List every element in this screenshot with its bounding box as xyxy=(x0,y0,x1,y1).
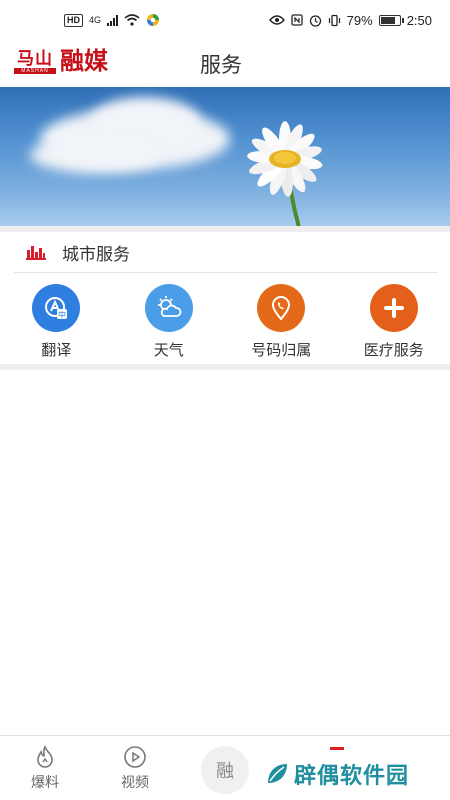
service-label: 翻译 xyxy=(41,342,72,359)
logo-left: 马山 MASHAN xyxy=(14,50,56,74)
daisy-flower-image xyxy=(247,121,323,227)
city-services-header: 城市服务 xyxy=(14,232,438,273)
watermark-text: 辟偶软件园 xyxy=(294,763,410,788)
eye-icon xyxy=(268,15,285,25)
network-type: 4G xyxy=(89,15,102,25)
watermark: 辟偶软件园 xyxy=(264,758,409,790)
service-label: 医疗服务 xyxy=(363,342,424,359)
nfc-icon xyxy=(291,14,303,26)
logo-top-text: 马山 xyxy=(17,49,53,69)
section-title: 城市服务 xyxy=(62,244,130,264)
medical-plus-icon xyxy=(369,284,418,332)
status-right: 79% 2:50 xyxy=(268,12,432,28)
status-bar: HD 4G 79% 2:50 xyxy=(0,0,450,40)
alarm-icon xyxy=(309,14,321,27)
app-logo: 马山 MASHAN 融媒 xyxy=(14,48,108,74)
signal-icon xyxy=(107,14,119,26)
service-translate[interactable]: 中 翻译 xyxy=(0,284,113,364)
battery-percent: 79% xyxy=(346,12,373,28)
cloud-shape xyxy=(30,137,160,173)
banner-image[interactable] xyxy=(0,87,450,227)
section-divider xyxy=(0,364,450,370)
nav-item-baoliao[interactable]: 爆料 xyxy=(0,736,90,800)
page-title: 服务 xyxy=(200,54,242,77)
battery-icon xyxy=(378,14,404,26)
status-time: 2:50 xyxy=(406,12,432,28)
nav-item-video[interactable]: 视频 xyxy=(90,736,180,800)
nav-label: 爆料 xyxy=(31,773,59,790)
vibrate-icon xyxy=(328,14,340,26)
nav-red-marker xyxy=(330,746,344,750)
service-weather[interactable]: 天气 xyxy=(113,284,226,364)
service-phone-location[interactable]: 号码归属 xyxy=(225,284,338,364)
svg-text:中: 中 xyxy=(58,310,66,320)
hd-indicator: HD xyxy=(64,13,83,27)
service-label: 天气 xyxy=(153,342,184,359)
fire-icon xyxy=(37,744,53,768)
app-notification-icon xyxy=(147,14,160,26)
service-medical[interactable]: 医疗服务 xyxy=(338,284,450,364)
play-icon xyxy=(124,745,146,768)
city-skyline-icon xyxy=(26,246,46,260)
logo-main-text: 融媒 xyxy=(60,46,108,75)
status-left: HD 4G xyxy=(64,13,160,27)
wifi-icon xyxy=(124,14,140,26)
service-label: 号码归属 xyxy=(251,342,312,359)
weather-icon xyxy=(144,284,193,332)
app-header: 马山 MASHAN 融媒 服务 xyxy=(0,40,450,86)
nav-item-rong[interactable]: 融 xyxy=(180,736,270,800)
rong-center-icon: 融 xyxy=(201,746,249,794)
nav-label: 视频 xyxy=(121,773,149,790)
city-services-grid: 中 翻译 天气 号码归属 医疗服务 xyxy=(0,284,450,364)
translate-icon: 中 xyxy=(32,284,81,332)
phone-location-icon xyxy=(257,284,306,332)
logo-sub-text: MASHAN xyxy=(14,68,56,74)
leaf-logo-icon xyxy=(268,764,287,783)
